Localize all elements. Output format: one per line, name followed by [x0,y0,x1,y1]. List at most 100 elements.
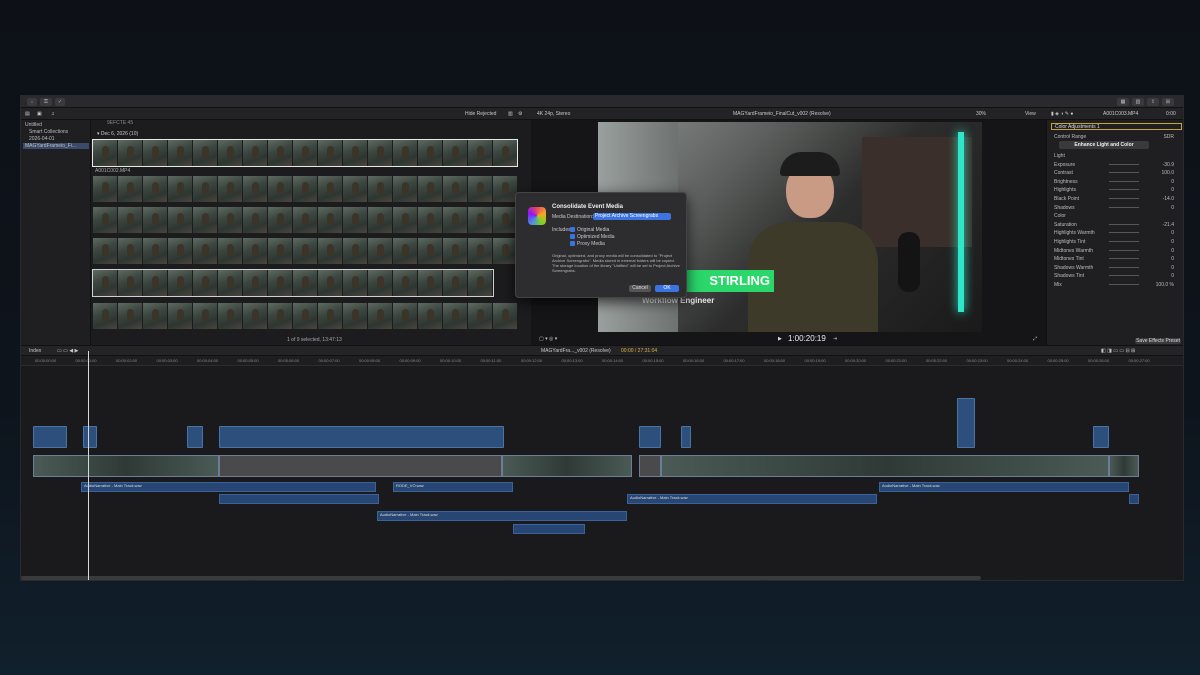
ok-button[interactable]: OK [655,285,679,292]
clip-nav-icon[interactable]: ⇥ [833,336,837,342]
filmstrip-view-icon[interactable]: ▥ [508,111,513,117]
connected-clip[interactable] [33,426,67,448]
inspector-slider[interactable] [1109,163,1139,165]
photos-icon[interactable]: ▣ [37,111,42,117]
connected-title-clips[interactable] [219,426,504,448]
timeline-ruler[interactable]: 00:00:00:00 00:00:01:00 00:00:02:00 00:00:0… [21,356,1183,366]
zoom-select[interactable]: 30% [976,111,986,117]
inspector-row[interactable]: Light [1054,153,1180,159]
sidebar-item-event-date[interactable]: 2026-04-01 [29,136,55,142]
viewer-options-icon[interactable]: ▢ ▾ ◎ ▾ [539,336,557,342]
inspector-row-value[interactable]: 0 [1171,179,1174,185]
panels-icon[interactable]: ▥ [1132,98,1144,106]
gap-clip[interactable] [639,455,661,477]
inspector-slider[interactable] [1109,249,1139,251]
inspector-row[interactable]: Highlights 0 [1054,187,1180,193]
inspector-row[interactable]: Highlights Tint 0 [1054,239,1180,245]
settings-icon[interactable]: ⚙ [518,111,522,117]
inspector-row-value[interactable]: 0 [1171,248,1174,254]
audio-clip[interactable]: AudioNarrative - Main Track.wav [627,494,877,504]
inspector-row[interactable]: Exposure -30.9 [1054,162,1180,168]
hide-rejected-menu[interactable]: Hide Rejected [465,111,496,117]
titles-icon[interactable]: ♫ [51,111,55,117]
keyword-icon[interactable]: ⚿ [40,98,52,106]
sidebar-item-project-event[interactable]: MAGYardFrameio_Fi... [23,143,89,149]
inspector-row[interactable]: Shadows Tint 0 [1054,273,1180,279]
sidebar-item-untitled[interactable]: Untitled [25,122,42,128]
view-menu[interactable]: View [1025,111,1036,117]
audio-clip[interactable]: AudioNarrative - Main Track.wav [879,482,1129,492]
inspector-row-value[interactable]: 100.0 [1161,170,1174,176]
audio-clip[interactable]: AudioNarrative - Main Track.wav [377,511,627,521]
inspector-row-value[interactable]: -14.0 [1163,196,1174,202]
inspector-row-value[interactable]: 0 [1171,205,1174,211]
inspector-row[interactable]: Highlights Warmth 0 [1054,230,1180,236]
connected-clip[interactable] [957,398,975,448]
clip-filmstrip[interactable] [92,269,494,297]
inspector-row-value[interactable]: 100.0 % [1156,282,1174,288]
inspector-slider[interactable] [1109,266,1139,268]
inspector-slider[interactable] [1109,189,1139,191]
connected-clip[interactable] [681,426,691,448]
inspector-row-value[interactable]: -21.4 [1163,222,1174,228]
inspector-slider[interactable] [1109,232,1139,234]
timeline-project-name[interactable]: MAGYardFra..._v002 (Resolve) [541,348,611,354]
audio-clip[interactable] [513,524,585,534]
connected-clip[interactable] [1093,426,1109,448]
enhance-light-color-button[interactable]: Enhance Light and Color [1059,141,1149,149]
timeline-scrollbar[interactable] [21,576,981,580]
date-header[interactable]: ▾ Dec 6, 2026 (10) [97,131,138,137]
inspector-slider[interactable] [1109,172,1139,174]
clip-filmstrip[interactable] [93,238,517,264]
inspector-row-value[interactable]: 0 [1171,239,1174,245]
sidebar-item-smart-collections[interactable]: Smart Collections [29,129,68,135]
inspector-row[interactable]: Saturation -21.4 [1054,222,1180,228]
inspector-slider[interactable] [1109,180,1139,182]
audio-clip[interactable] [219,494,379,504]
dest-select[interactable]: Project Archive Screengrabs [593,213,671,220]
inspector-row[interactable]: Midtones Tint 0 [1054,256,1180,262]
inspector-row-value[interactable]: 0 [1171,273,1174,279]
clip-filmstrip[interactable] [93,207,517,233]
import-icon[interactable]: ↓ [27,98,37,106]
check-icon[interactable]: ✓ [55,98,65,106]
inspector-row[interactable]: Color [1054,213,1180,219]
timeline-tools-icon[interactable]: ▭ ▭ ◀ ▶ [57,348,78,354]
index-button[interactable]: Index [29,348,41,354]
inspector-row[interactable]: Shadows 0 [1054,205,1180,211]
inspector-row[interactable]: Brightness 0 [1054,179,1180,185]
export-icon[interactable]: ⇪ [1147,98,1159,106]
cancel-button[interactable]: Cancel [629,285,651,292]
audio-clip[interactable] [1129,494,1139,504]
primary-storyline-clips[interactable] [661,455,1109,477]
inspector-row[interactable]: Shadows Warmth 0 [1054,265,1180,271]
layout-icon[interactable]: ▦ [1117,98,1129,106]
original-media-checkbox[interactable]: Original Media [570,227,609,233]
inspector-row-value[interactable]: 0 [1171,230,1174,236]
clip-filmstrip[interactable] [93,303,517,329]
clip-filmstrip[interactable] [93,176,517,202]
primary-storyline-clips[interactable] [502,455,632,477]
playhead[interactable] [88,351,89,580]
primary-storyline-clips[interactable] [1109,455,1139,477]
inspector-slider[interactable] [1109,223,1139,225]
play-icon[interactable]: ▶ [778,336,782,342]
fullscreen-icon[interactable]: ⤢ [1033,336,1037,342]
timeline-zoom-icon[interactable]: ◧ ◨ ▭ ▭ ⊟ ⊞ [1101,348,1135,354]
optimized-media-checkbox[interactable]: Optimized Media [570,234,615,240]
primary-storyline-clips[interactable] [33,455,219,477]
inspector-row-value[interactable]: 0 [1171,265,1174,271]
inspector-row[interactable]: Contrast 100.0 [1054,170,1180,176]
inspector-slider[interactable] [1109,284,1139,285]
inspector-row[interactable]: Black Point -14.0 [1054,196,1180,202]
clip-filmstrip[interactable] [92,139,518,167]
library-icon[interactable]: ▤ [25,111,30,117]
inspector-row-value[interactable]: 0 [1171,187,1174,193]
inspector-slider[interactable] [1109,275,1139,277]
audio-clip[interactable]: RODE_VO.wav [393,482,513,492]
inspector-slider[interactable] [1109,241,1139,242]
connected-clip[interactable] [639,426,661,448]
inspector-slider[interactable] [1109,198,1139,199]
inspector-slider[interactable] [1109,206,1139,208]
effect-header[interactable]: Color Adjustments 1 [1051,123,1182,130]
